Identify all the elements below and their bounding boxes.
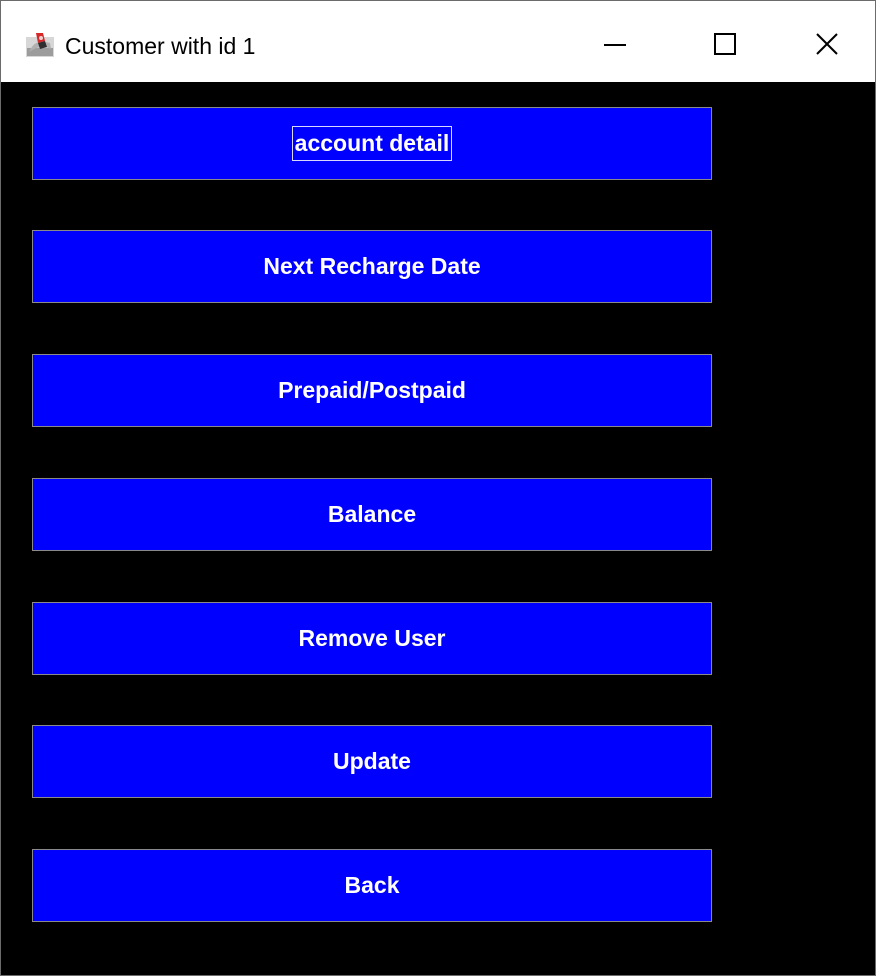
button-label: Update: [333, 748, 411, 774]
button-label: Prepaid/Postpaid: [278, 377, 466, 403]
back-button[interactable]: Back: [32, 849, 712, 922]
button-label: Back: [344, 872, 400, 898]
title-bar[interactable]: Customer with id 1: [1, 1, 875, 82]
update-button[interactable]: Update: [32, 725, 712, 798]
window-title: Customer with id 1: [65, 33, 256, 59]
application-window: Customer with id 1 account detail Next R…: [0, 0, 876, 976]
minimize-button[interactable]: [584, 13, 646, 75]
button-label: Remove User: [298, 625, 446, 651]
maximize-icon: [714, 33, 736, 55]
content-panel: account detail Next Recharge Date Prepai…: [1, 82, 875, 975]
next-recharge-date-button[interactable]: Next Recharge Date: [32, 230, 712, 303]
close-button[interactable]: [796, 13, 858, 75]
account-detail-button[interactable]: account detail: [32, 107, 712, 180]
button-label: Balance: [327, 501, 417, 527]
close-icon: [816, 33, 838, 55]
button-label: account detail: [291, 126, 453, 161]
balance-button[interactable]: Balance: [32, 478, 712, 551]
remove-user-button[interactable]: Remove User: [32, 602, 712, 675]
maximize-button[interactable]: [694, 13, 756, 75]
java-app-icon: [26, 33, 54, 57]
minimize-icon: [604, 44, 626, 46]
button-label: Next Recharge Date: [263, 253, 481, 279]
prepaid-postpaid-button[interactable]: Prepaid/Postpaid: [32, 354, 712, 427]
